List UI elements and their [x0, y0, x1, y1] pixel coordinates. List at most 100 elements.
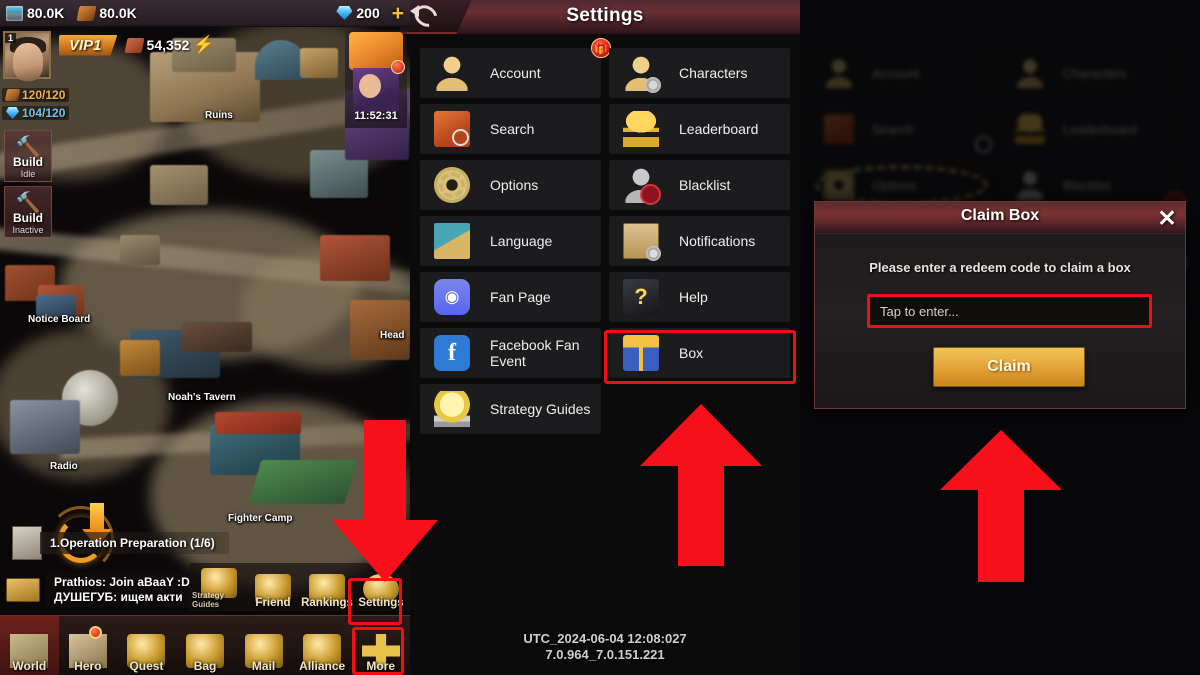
- add-resource-button[interactable]: +: [392, 3, 404, 24]
- building[interactable]: [182, 322, 252, 352]
- player-info-row: 1 VIP1 54,352 ⚡: [0, 27, 410, 81]
- menu-label: Characters: [679, 64, 748, 81]
- nav-item-more[interactable]: More: [351, 616, 410, 675]
- timer-value: 11:52:31: [354, 110, 398, 122]
- nav-item-quest[interactable]: Quest: [117, 616, 176, 675]
- build-status: Inactive: [12, 225, 44, 235]
- nav-label: Settings: [358, 597, 404, 609]
- resource-wood[interactable]: 80.0K: [76, 5, 137, 21]
- nav-item-mail[interactable]: Mail: [234, 616, 293, 675]
- stamina-value: 120/120: [22, 88, 66, 102]
- menu-label: Strategy Guides: [490, 400, 591, 417]
- settings-title-bar: Settings: [400, 0, 800, 34]
- nav-label: Alliance: [299, 659, 346, 673]
- map-label: Noah's Tavern: [168, 392, 236, 403]
- menu-item-account[interactable]: Account 🎁: [420, 38, 611, 98]
- menu-item-box[interactable]: Box: [609, 328, 790, 378]
- building[interactable]: [320, 235, 390, 281]
- menu-item-fan-page[interactable]: ◉ Fan Page: [420, 272, 601, 322]
- nav-label: Strategy Guides: [192, 591, 225, 609]
- menu-item-characters[interactable]: Characters: [609, 48, 790, 98]
- menu-label: Help: [679, 288, 708, 305]
- menu-label: Blacklist: [679, 176, 731, 193]
- redeem-code-placeholder: Tap to enter...: [880, 303, 959, 319]
- version-line-utc: UTC_2024-06-04 12:08:027: [523, 630, 687, 646]
- trophy-icon: [623, 111, 659, 147]
- page-title: Settings: [566, 5, 644, 26]
- nav-label: Mail: [251, 659, 276, 673]
- nav-item-world[interactable]: World: [0, 616, 59, 675]
- nav-item-hero[interactable]: Hero: [59, 616, 118, 675]
- building[interactable]: [10, 400, 80, 454]
- menu-item-search[interactable]: Search: [420, 104, 601, 154]
- claim-button[interactable]: Claim: [933, 347, 1085, 387]
- map-label: Head: [380, 330, 405, 341]
- hero-notification-dot: [88, 626, 102, 639]
- menu-label: Account: [490, 64, 541, 81]
- nav-item-alliance[interactable]: Alliance: [293, 616, 352, 675]
- menu-label: Notifications: [679, 232, 756, 249]
- nav-label: Hero: [74, 659, 102, 673]
- resource-steel[interactable]: 80.0K: [6, 5, 64, 21]
- menu-item-leaderboard[interactable]: Leaderboard: [609, 104, 790, 154]
- build-label: Build: [13, 155, 43, 169]
- vip-badge[interactable]: VIP1: [59, 34, 118, 56]
- gem-value: 200: [356, 5, 380, 21]
- chat-line: ДУШЕГУБ: ищем акти: [54, 590, 183, 604]
- menu-item-options[interactable]: Options: [420, 160, 601, 210]
- lightning-icon[interactable]: ⚡: [193, 35, 214, 55]
- energy-icon: [6, 107, 19, 119]
- nav-item-bag[interactable]: Bag: [176, 616, 235, 675]
- dialog-title-bar: Claim Box ✕: [815, 202, 1185, 234]
- resource-bar: 80.0K 80.0K 200 +: [0, 0, 410, 27]
- avatar[interactable]: 1: [3, 31, 51, 81]
- menu-item-help[interactable]: ? Help: [609, 272, 790, 322]
- map-label: Notice Board: [28, 314, 91, 325]
- person-icon: [434, 55, 470, 91]
- quest-text: 1.Operation Preparation (1/6): [40, 532, 229, 554]
- hammer-icon: 🔨: [15, 136, 41, 158]
- menu-item-blacklist[interactable]: Blacklist: [609, 160, 790, 210]
- nav-label: Friend: [255, 597, 291, 609]
- discord-icon: ◉: [434, 279, 470, 315]
- menu-item-strategy-guides[interactable]: Strategy Guides: [420, 384, 601, 434]
- redeem-code-input[interactable]: Tap to enter...: [867, 294, 1152, 328]
- nav-item-strategy-guides[interactable]: Strategy Guides: [192, 563, 246, 611]
- chat-line: Prathios: Join aBaaY :D: [54, 575, 190, 589]
- stamina-icon: [4, 89, 21, 101]
- close-icon[interactable]: ✕: [1153, 204, 1181, 232]
- building[interactable]: [120, 340, 160, 376]
- primary-nav: World Hero Quest Bag Mail Alliance More: [0, 615, 410, 675]
- map-label: Fighter Camp: [228, 513, 293, 524]
- menu-label: Facebook Fan Event: [490, 336, 580, 369]
- build-queue-slot-1[interactable]: 🔨 Build Idle: [4, 130, 52, 182]
- version-info: UTC_2024-06-04 12:08:027 7.0.964_7.0.151…: [410, 631, 800, 664]
- nav-item-friend[interactable]: Friend: [246, 563, 300, 611]
- building[interactable]: [150, 165, 208, 205]
- build-label: Build: [13, 211, 43, 225]
- nav-label: Bag: [193, 659, 217, 673]
- menu-item-facebook-fan-event[interactable]: f Facebook Fan Event: [420, 328, 601, 378]
- gift-box-icon: [623, 335, 659, 371]
- menu-label: Search: [490, 120, 535, 137]
- build-queue-slot-2[interactable]: 🔨 Build Inactive: [4, 186, 52, 238]
- menu-item-notifications[interactable]: Notifications: [609, 216, 790, 266]
- quest-banner[interactable]: 1.Operation Preparation (1/6): [12, 526, 229, 560]
- language-icon: [434, 223, 470, 259]
- player-power: 54,352 ⚡: [123, 35, 215, 55]
- resource-gem[interactable]: 200: [336, 5, 380, 21]
- wood-icon: [76, 5, 97, 21]
- menu-label: Options: [490, 176, 539, 193]
- building-roof: [215, 412, 301, 434]
- build-status: Idle: [20, 169, 36, 179]
- player-level: 1: [5, 33, 17, 43]
- hero-face: [359, 74, 381, 98]
- building[interactable]: [120, 235, 160, 265]
- menu-item-language[interactable]: Language: [420, 216, 601, 266]
- hammer-icon: 🔨: [15, 192, 41, 214]
- screenshot-root: Ruins Notice Board Noah's Tavern Radio F…: [0, 0, 1200, 675]
- blocked-person-icon: [623, 167, 661, 205]
- energy-value: 104/120: [22, 106, 66, 120]
- power-value: 54,352: [146, 37, 190, 53]
- chat-messages[interactable]: Prathios: Join aBaaY :D ДУШЕГУБ: ищем ак…: [46, 573, 198, 607]
